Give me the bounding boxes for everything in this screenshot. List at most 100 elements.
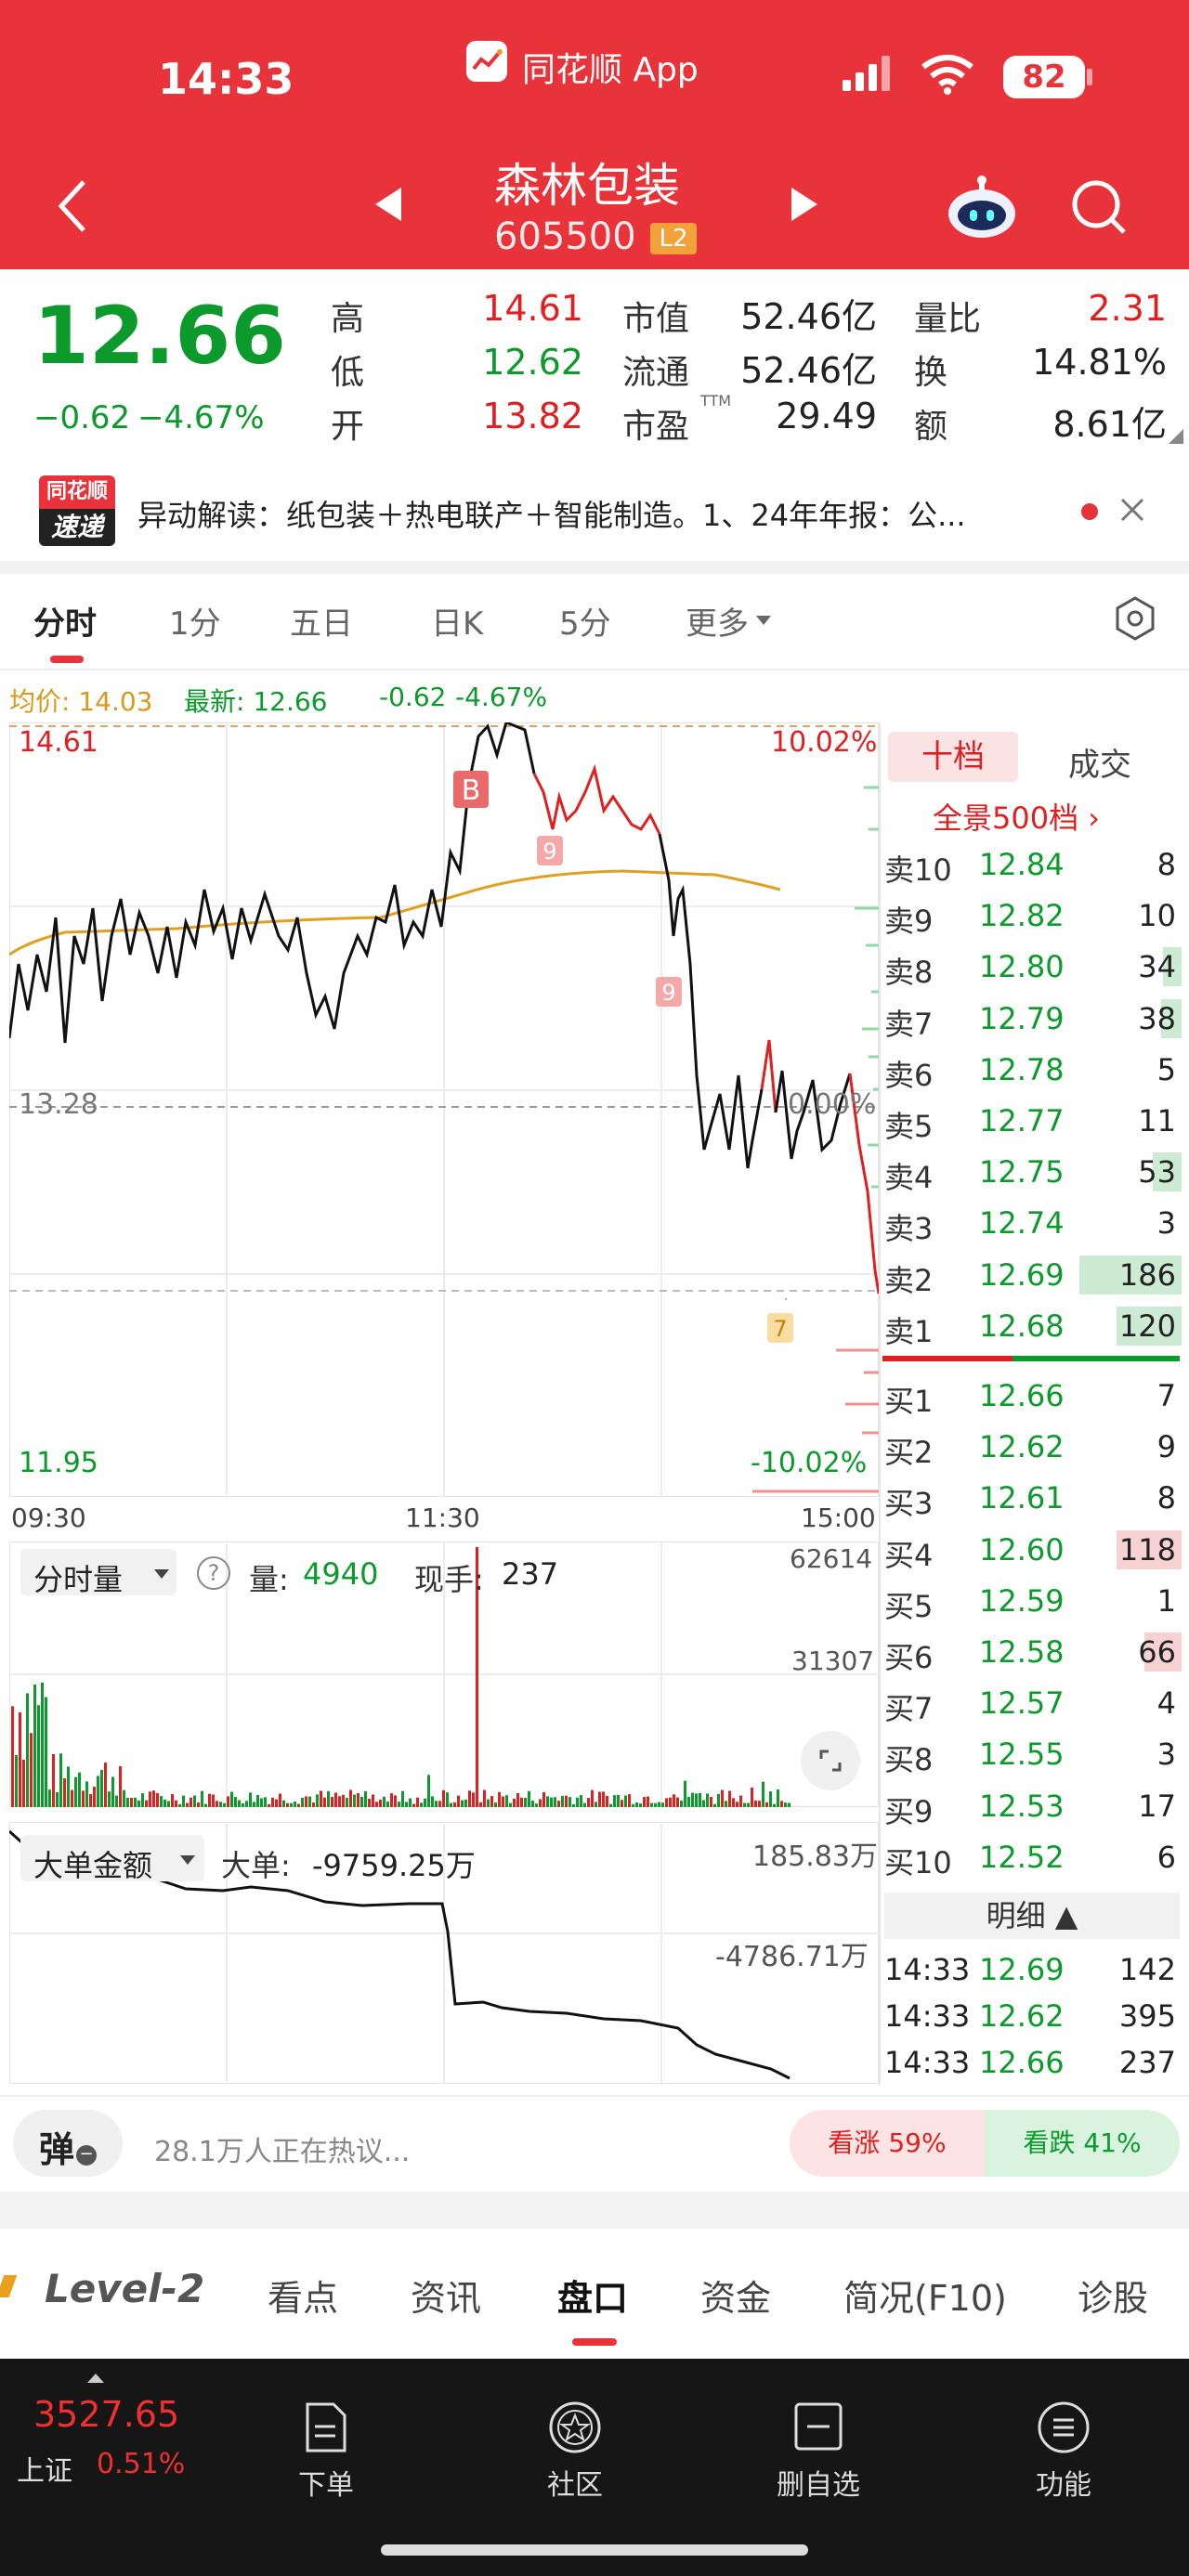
volume-bar bbox=[186, 1802, 189, 1807]
bid-level-label: 买9 bbox=[884, 1793, 934, 1829]
volume-bar bbox=[580, 1795, 582, 1807]
chevron-down-icon[interactable] bbox=[754, 613, 773, 631]
index-value[interactable]: 3527.65 bbox=[33, 2394, 179, 2435]
volume-bar bbox=[528, 1790, 530, 1807]
big-order-axis-mid: -4786.71万 bbox=[715, 1941, 869, 1973]
volume-bar bbox=[739, 1795, 742, 1807]
volume-bar bbox=[446, 1792, 449, 1807]
bid-level-row[interactable]: 买8 12.55 3 bbox=[882, 1729, 1182, 1780]
tab-1min[interactable]: 1分 bbox=[169, 598, 221, 644]
tab-funds[interactable]: 资金 bbox=[700, 2270, 771, 2321]
bull-vote-button[interactable]: 看涨 59% bbox=[790, 2110, 985, 2177]
ask-level-row[interactable]: 卖2 12.69 186 bbox=[882, 1250, 1182, 1301]
bid-level-row[interactable]: 买9 12.53 17 bbox=[882, 1781, 1182, 1832]
back-icon[interactable] bbox=[54, 178, 91, 238]
volume-selector[interactable]: 分时量 bbox=[20, 1549, 176, 1597]
expand-corner-icon[interactable] bbox=[1167, 427, 1185, 449]
tab-5day[interactable]: 五日 bbox=[290, 598, 353, 644]
volume-bar bbox=[71, 1789, 73, 1807]
bid-level-row[interactable]: 买3 12.61 8 bbox=[882, 1473, 1182, 1524]
detail-toggle[interactable]: 明细 ▲ bbox=[884, 1893, 1180, 1939]
volume-bar bbox=[19, 1711, 21, 1807]
ask-level-row[interactable]: 卖7 12.79 38 bbox=[882, 994, 1182, 1045]
volume-bar bbox=[450, 1802, 452, 1807]
ask-level-row[interactable]: 卖6 12.78 5 bbox=[882, 1045, 1182, 1096]
close-icon[interactable] bbox=[1118, 496, 1146, 527]
volume-bar bbox=[349, 1789, 352, 1807]
float-label: 流通 bbox=[622, 354, 690, 392]
volume-bar bbox=[427, 1775, 430, 1807]
tab-news[interactable]: 资讯 bbox=[411, 2270, 481, 2321]
nav-remove-watchlist[interactable]: 删自选 bbox=[749, 2400, 888, 2503]
tab-diagnosis[interactable]: 诊股 bbox=[1078, 2270, 1148, 2321]
tab-order-book[interactable]: 盘口 bbox=[557, 2270, 628, 2321]
volume-bar bbox=[297, 1803, 300, 1807]
ask-level-label: 卖1 bbox=[884, 1313, 934, 1349]
buy-marker: B bbox=[462, 774, 481, 807]
settings-hexagon-icon[interactable] bbox=[1111, 594, 1159, 646]
bid-level-row[interactable]: 买6 12.58 66 bbox=[882, 1627, 1182, 1678]
tab-more[interactable]: 更多 bbox=[686, 598, 749, 644]
tab-highlights[interactable]: 看点 bbox=[268, 2270, 338, 2321]
bid-level-row[interactable]: 买1 12.66 7 bbox=[882, 1371, 1182, 1422]
tab-trades[interactable]: 成交 bbox=[1068, 739, 1131, 785]
discussion-count[interactable]: 28.1万人正在热议... bbox=[154, 2128, 410, 2169]
big-order-selector[interactable]: 大单金额 bbox=[20, 1835, 204, 1883]
robot-assistant-icon[interactable] bbox=[946, 175, 1018, 243]
fullscreen-icon[interactable] bbox=[801, 1731, 860, 1790]
volume-bar bbox=[256, 1795, 259, 1807]
bid-level-label: 买6 bbox=[884, 1640, 934, 1675]
current-hand-value: 237 bbox=[502, 1556, 559, 1592]
ask-level-row[interactable]: 卖5 12.77 11 bbox=[882, 1096, 1182, 1147]
bid-level-volume: 1 bbox=[1156, 1582, 1176, 1619]
nav-community[interactable]: 社区 bbox=[505, 2400, 645, 2503]
tab-f10[interactable]: 简况(F10) bbox=[843, 2270, 1007, 2321]
ask-level-row[interactable]: 卖10 12.84 8 bbox=[882, 839, 1182, 891]
volume-bar bbox=[576, 1797, 579, 1807]
bid-level-row[interactable]: 买5 12.59 1 bbox=[882, 1576, 1182, 1627]
ask-level-row[interactable]: 卖4 12.75 53 bbox=[882, 1147, 1182, 1198]
level2-icon bbox=[0, 2275, 18, 2297]
nav-remove-watchlist-label: 删自选 bbox=[777, 2469, 860, 2502]
ask-level-row[interactable]: 卖8 12.80 34 bbox=[882, 942, 1182, 993]
volume-bar bbox=[312, 1802, 315, 1807]
ask-level-price: 12.79 bbox=[979, 1000, 1065, 1036]
volume-bar bbox=[360, 1796, 363, 1807]
search-icon[interactable] bbox=[1068, 176, 1130, 241]
status-app-name: 同花顺 App bbox=[522, 51, 699, 89]
bid-level-row[interactable]: 买2 12.62 9 bbox=[882, 1422, 1182, 1473]
ask-level-row[interactable]: 卖1 12.68 120 bbox=[882, 1301, 1182, 1352]
volume-bar bbox=[583, 1802, 586, 1807]
ask-level-volume: 53 bbox=[1138, 1154, 1176, 1190]
ask-level-row[interactable]: 卖3 12.74 3 bbox=[882, 1198, 1182, 1249]
bid-level-row[interactable]: 买4 12.60 118 bbox=[882, 1525, 1182, 1576]
chart-marker-7: 7 bbox=[773, 1316, 787, 1342]
ask-level-label: 卖10 bbox=[884, 852, 952, 888]
prev-stock-icon[interactable] bbox=[372, 186, 405, 227]
tab-intraday[interactable]: 分时 bbox=[33, 598, 97, 644]
trade-price: 12.69 bbox=[979, 1952, 1065, 1987]
tab-5min[interactable]: 5分 bbox=[559, 598, 611, 644]
ask-level-row[interactable]: 卖9 12.82 10 bbox=[882, 891, 1182, 942]
nav-functions[interactable]: 功能 bbox=[994, 2400, 1133, 2503]
bid-level-price: 12.57 bbox=[979, 1685, 1065, 1722]
nav-order[interactable]: 下单 bbox=[256, 2400, 396, 2503]
battery-cap bbox=[1087, 69, 1092, 85]
bear-vote-button[interactable]: 看跌 41% bbox=[985, 2110, 1180, 2177]
panorama-500-link[interactable]: 全景500档 › bbox=[933, 795, 1100, 838]
trade-price: 12.66 bbox=[979, 2045, 1065, 2080]
intraday-price-chart[interactable]: B 9 9 7 bbox=[9, 722, 879, 1497]
volume-bar bbox=[554, 1797, 556, 1807]
tab-ten-levels[interactable]: 十档 bbox=[888, 732, 1018, 782]
volume-bar bbox=[386, 1802, 389, 1807]
help-icon[interactable]: ? bbox=[197, 1556, 230, 1590]
next-stock-icon[interactable] bbox=[788, 186, 821, 227]
bid-level-row[interactable]: 买10 12.52 6 bbox=[882, 1832, 1182, 1883]
tab-level2[interactable]: Level-2 bbox=[45, 2266, 204, 2311]
barrage-toggle[interactable]: 弹 − bbox=[13, 2110, 123, 2177]
news-bar[interactable]: 同花顺 速递 异动解读：纸包装＋热电联产＋智能制造。1、24年年报：公... bbox=[0, 464, 1189, 557]
volume-bar bbox=[606, 1795, 608, 1807]
bid-level-row[interactable]: 买7 12.57 4 bbox=[882, 1678, 1182, 1729]
volume-bar bbox=[331, 1797, 333, 1807]
tab-daily-k[interactable]: 日K bbox=[431, 598, 483, 644]
